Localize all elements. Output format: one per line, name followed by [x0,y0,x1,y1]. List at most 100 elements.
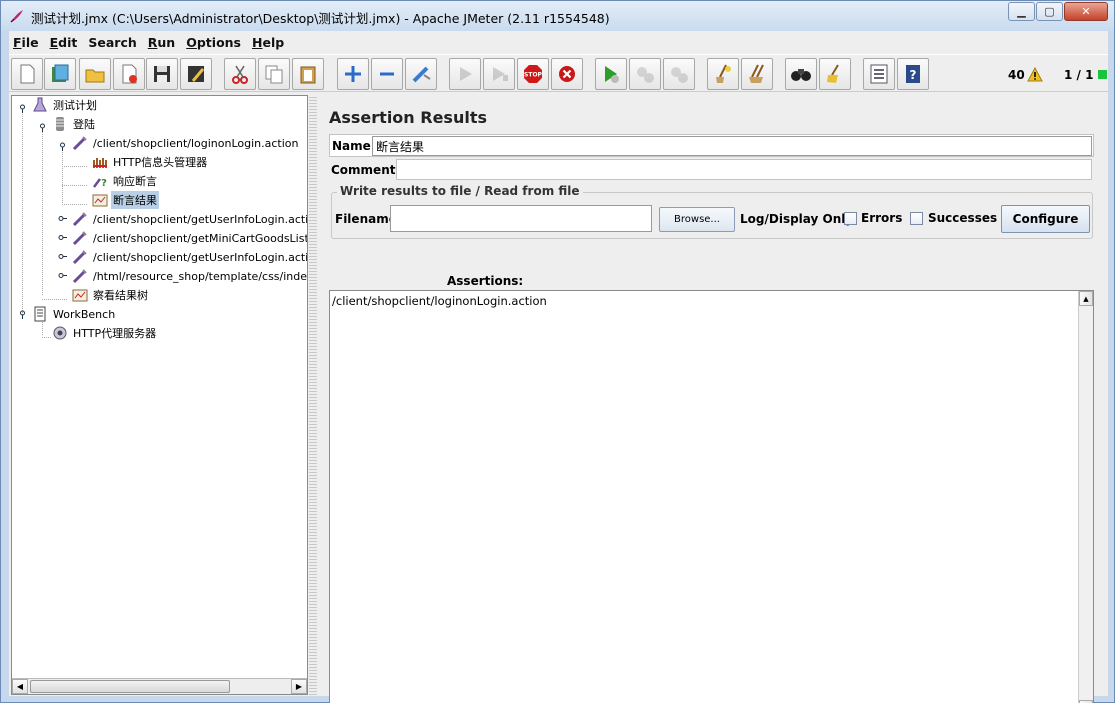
maximize-button[interactable]: ▢ [1036,2,1063,21]
expand-handle[interactable] [58,214,67,223]
help-icon: ? [906,65,920,83]
scroll-right-icon[interactable]: ▶ [291,679,307,694]
save-button[interactable] [146,58,178,90]
errors-label: Errors [861,211,903,225]
close-button[interactable]: ✕ [1064,2,1108,21]
menu-edit[interactable]: Edit [50,35,78,50]
save-as-button[interactable] [180,58,212,90]
successes-checkbox[interactable] [910,212,923,225]
tree-node-sampler-userinfo-2[interactable]: /client/shopclient/getUserInfoLogin.acti… [71,248,307,266]
toggle-button[interactable] [405,58,437,90]
remote-shutdown-button[interactable] [663,58,695,90]
templates-button[interactable] [44,58,76,90]
close-file-button[interactable] [113,58,145,90]
search-button[interactable] [785,58,817,90]
tree-node-sampler-login[interactable]: /client/shopclient/loginonLogin.action [71,134,301,152]
menu-search[interactable]: Search [88,35,136,50]
split-pane-divider[interactable] [309,95,317,695]
window-title: 测试计划.jmx (C:\Users\Administrator\Desktop… [31,11,610,26]
toolbar: STOP ? 40 1 / 1 [9,54,1108,92]
cut-icon [232,65,248,84]
tree-node-assertion-results[interactable]: 断言结果 [91,191,159,209]
reset-search-button[interactable] [819,58,851,90]
collapse-all-button[interactable] [371,58,403,90]
configure-button[interactable]: Configure [1001,205,1090,233]
shutdown-button[interactable] [551,58,583,90]
tree-node-thread-group[interactable]: 登陆 [51,115,97,133]
menu-help[interactable]: Help [252,35,284,50]
remote-stop-button[interactable] [629,58,661,90]
collapse-handle[interactable] [18,104,27,113]
remote-start-button[interactable] [595,58,627,90]
remote-start-icon [605,66,619,83]
collapse-handle[interactable] [38,123,47,132]
paste-icon [300,66,316,84]
filename-field[interactable] [390,205,652,232]
tree-node-sampler-minicart[interactable]: /client/shopclient/getMiniCartGoodsListB… [71,229,307,247]
expand-handle[interactable] [58,271,67,280]
comments-row: Comments: [329,159,1094,181]
start-no-pause-button[interactable] [483,58,515,90]
copy-button[interactable] [258,58,290,90]
tree-guide [62,204,88,205]
sampler-icon [71,134,89,152]
clear-all-button[interactable] [741,58,773,90]
scroll-left-icon[interactable]: ◀ [12,679,28,694]
open-button[interactable] [79,58,111,90]
maximize-icon: ▢ [1044,5,1055,18]
expand-handle[interactable] [58,252,67,261]
menu-run[interactable]: Run [148,35,175,50]
start-button[interactable] [449,58,481,90]
name-field[interactable] [372,136,1092,156]
thread-ratio: 1 / 1 [1064,68,1094,82]
paste-button[interactable] [292,58,324,90]
collapse-handle[interactable] [58,142,67,151]
menu-bar: File Edit Search Run Options Help [9,31,1108,53]
scroll-up-icon[interactable]: ▲ [1079,291,1093,306]
assertions-vertical-scrollbar[interactable]: ▲ ▼ [1078,291,1093,703]
new-button[interactable] [11,58,43,90]
header-manager-icon [91,153,109,171]
function-helper-icon [870,64,888,84]
expand-all-button[interactable] [337,58,369,90]
stop-icon: STOP [524,65,543,83]
tree-horizontal-scrollbar[interactable]: ◀ ▶ [12,678,307,694]
tree-node-sampler-css[interactable]: /html/resource_shop/template/css/index_2… [71,267,307,285]
panel-title: Assertion Results [329,108,487,127]
name-row: Name: [329,134,1094,157]
assertions-text-area[interactable]: /client/shopclient/loginonLogin.action ▲… [329,290,1094,703]
svg-text:?: ? [910,68,917,82]
tree-node-http-proxy[interactable]: HTTP代理服务器 [51,324,158,342]
comments-field[interactable] [396,159,1092,180]
tree-guide [62,166,88,167]
minimize-button[interactable]: ▁ [1008,2,1035,21]
tree-node-sampler-userinfo[interactable]: /client/shopclient/getUserInfoLogin.acti… [71,210,307,228]
title-bar[interactable]: 测试计划.jmx (C:\Users\Administrator\Desktop… [1,1,1114,31]
listener-icon [71,286,89,304]
collapse-icon [380,72,394,76]
cut-button[interactable] [224,58,256,90]
tree-node-response-assertion[interactable]: ? 响应断言 [91,172,159,190]
function-helper-button[interactable] [863,58,895,90]
menu-options[interactable]: Options [186,35,241,50]
svg-text:?: ? [101,178,107,189]
tree-node-workbench[interactable]: WorkBench [31,305,117,323]
collapse-handle[interactable] [18,310,27,319]
tree-node-test-plan[interactable]: 测试计划 [31,96,99,114]
proxy-icon [51,324,69,342]
stop-button[interactable]: STOP [517,58,549,90]
expand-handle[interactable] [58,233,67,242]
new-icon [20,64,35,84]
file-group: Write results to file / Read from file F… [331,184,1093,239]
menu-file[interactable]: File [13,35,39,50]
clear-button[interactable] [707,58,739,90]
tree-node-view-results-tree[interactable]: 察看结果树 [71,286,150,304]
tree-node-header-manager[interactable]: HTTP信息头管理器 [91,153,209,171]
warning-icon[interactable] [1027,67,1043,82]
search-icon [791,69,811,81]
help-button[interactable]: ? [897,58,929,90]
errors-checkbox[interactable] [844,212,857,225]
test-plan-tree: 测试计划 登陆 /client/shopclient/loginonLogin.… [11,95,308,695]
scrollbar-thumb[interactable] [30,680,230,693]
browse-button[interactable]: Browse... [659,207,735,232]
